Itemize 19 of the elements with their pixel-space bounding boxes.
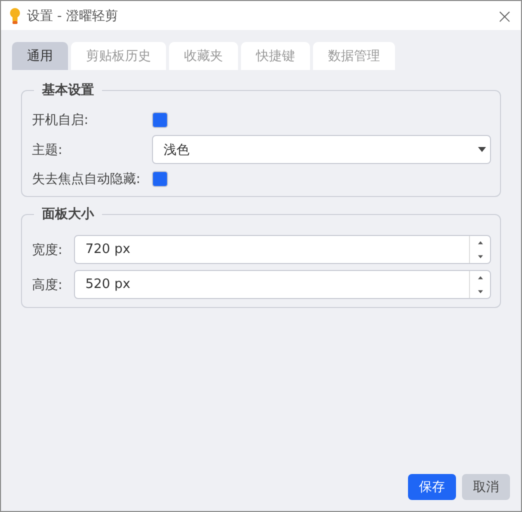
group-title: 基本设置 xyxy=(34,81,102,99)
cancel-button[interactable]: 取消 xyxy=(462,474,510,500)
field-label: 宽度: xyxy=(32,242,62,258)
field-label: 主题: xyxy=(32,142,64,158)
dropdown-arrow-icon xyxy=(477,146,487,152)
lightbulb-icon xyxy=(9,6,21,24)
save-button[interactable]: 保存 xyxy=(408,474,456,500)
number-field[interactable]: 520 px xyxy=(74,270,491,299)
number-field[interactable]: 720 px xyxy=(74,235,491,264)
group-title: 面板大小 xyxy=(34,205,102,223)
checkbox[interactable] xyxy=(152,171,168,187)
field-label: 高度: xyxy=(32,276,62,294)
checkbox[interactable] xyxy=(152,112,168,128)
close-icon[interactable]: × xyxy=(496,6,513,26)
tab[interactable]: 通用 xyxy=(12,42,68,70)
theme-dropdown[interactable]: 浅色 xyxy=(152,135,491,164)
field-label: 开机自启: xyxy=(32,112,90,129)
field-label: 失去焦点自动隐藏: xyxy=(32,171,140,188)
window-title: 设置 - 澄曜轻剪 xyxy=(27,8,119,24)
